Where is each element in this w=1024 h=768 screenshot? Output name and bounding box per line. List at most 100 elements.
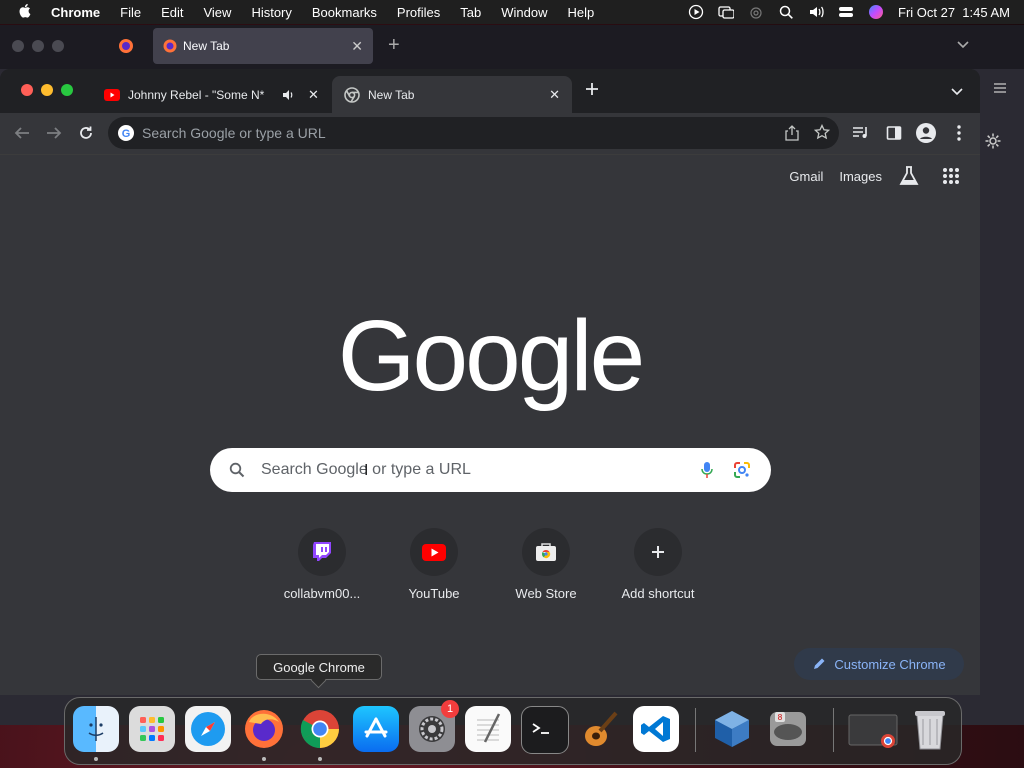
chevron-down-icon[interactable]: [956, 37, 970, 56]
webstore-icon: [535, 542, 557, 562]
star-icon[interactable]: [813, 123, 831, 143]
tab-youtube[interactable]: Johnny Rebel - "Some N* ✕: [92, 76, 328, 113]
chrome-toolbar: G Search Google or type a URL: [0, 113, 980, 155]
tooltip-text: Google Chrome: [273, 659, 365, 675]
customize-chrome-button[interactable]: Customize Chrome: [794, 648, 964, 680]
plus-icon: [651, 545, 665, 559]
google-lens-icon[interactable]: [733, 461, 751, 479]
dock: 1 8: [64, 697, 962, 765]
shortcut-web-store[interactable]: Web Store: [490, 528, 602, 601]
firefox-tabbar: New Tab ✕ +: [0, 25, 1024, 69]
pencil-icon: [812, 657, 826, 671]
menu-file[interactable]: File: [110, 5, 151, 20]
notification-badge: 1: [441, 700, 459, 718]
images-link[interactable]: Images: [839, 169, 882, 184]
shortcut-label: collabvm00...: [283, 586, 361, 601]
siri-icon[interactable]: [868, 4, 884, 20]
back-icon[interactable]: [12, 123, 32, 143]
firefox-view-icon[interactable]: [118, 38, 134, 59]
control-center-icon[interactable]: [838, 4, 854, 20]
shortcut-youtube[interactable]: YouTube: [378, 528, 490, 601]
firefox-minimize-button[interactable]: [32, 40, 44, 52]
minimize-window-button[interactable]: [41, 84, 53, 96]
text-cursor-icon: I: [364, 462, 369, 479]
menu-app-name[interactable]: Chrome: [41, 5, 110, 20]
shortcut-collabvm[interactable]: collabvm00...: [266, 528, 378, 601]
close-icon[interactable]: ✕: [549, 87, 560, 103]
labs-flask-icon[interactable]: [898, 165, 920, 187]
volume-icon[interactable]: [808, 4, 824, 20]
shortcut-icon-circle: [522, 528, 570, 576]
virtualbox-icon[interactable]: [709, 706, 755, 752]
kebab-menu-icon[interactable]: [949, 123, 969, 143]
tab-title: New Tab: [368, 87, 415, 102]
clock[interactable]: Fri Oct 27 1:45 AM: [898, 5, 1010, 20]
gmail-link[interactable]: Gmail: [789, 169, 823, 184]
firefox-sidebar-edge: [980, 69, 1024, 719]
dock-separator: [833, 708, 834, 752]
launchpad-icon[interactable]: [129, 706, 175, 752]
airdrop-icon[interactable]: [748, 4, 764, 20]
chrome-icon[interactable]: [297, 706, 343, 752]
app-store-icon[interactable]: [353, 706, 399, 752]
window-switch-icon[interactable]: [718, 4, 734, 20]
vm-app-icon[interactable]: 8: [765, 706, 811, 752]
minimized-chrome-window[interactable]: [847, 706, 899, 752]
firefox-new-tab-button[interactable]: +: [388, 34, 400, 57]
side-panel-icon[interactable]: [884, 123, 904, 143]
address-bar[interactable]: G Search Google or type a URL: [108, 117, 839, 149]
tab-search-icon[interactable]: [950, 85, 964, 104]
apple-menu-icon[interactable]: [0, 3, 41, 22]
media-control-icon[interactable]: [851, 123, 871, 143]
menu-tab[interactable]: Tab: [450, 5, 491, 20]
terminal-icon[interactable]: [521, 706, 569, 754]
firefox-close-button[interactable]: [12, 40, 24, 52]
chrome-window: Johnny Rebel - "Some N* ✕ New Tab ✕ G Se…: [0, 69, 980, 695]
menu-help[interactable]: Help: [558, 5, 605, 20]
close-icon[interactable]: ✕: [308, 87, 319, 103]
menu-edit[interactable]: Edit: [151, 5, 193, 20]
shortcut-icon-circle: [410, 528, 458, 576]
menu-history[interactable]: History: [241, 5, 301, 20]
share-icon[interactable]: [785, 125, 799, 144]
forward-icon[interactable]: [44, 123, 64, 143]
ntp-search-box[interactable]: Search Google or type a URL I: [210, 448, 771, 492]
svg-text:G: G: [122, 128, 131, 140]
firefox-icon[interactable]: [241, 706, 287, 752]
menu-bar: Chrome File Edit View History Bookmarks …: [0, 0, 1024, 24]
trash-icon[interactable]: [907, 706, 953, 752]
reload-icon[interactable]: [76, 123, 96, 143]
shortcut-add[interactable]: Add shortcut: [602, 528, 714, 601]
zoom-window-button[interactable]: [61, 84, 73, 96]
shortcut-label: Web Store: [515, 586, 577, 601]
garageband-icon[interactable]: [577, 706, 623, 752]
menu-bookmarks[interactable]: Bookmarks: [302, 5, 387, 20]
firefox-tab-new-tab[interactable]: New Tab ✕: [153, 28, 373, 64]
menu-icon[interactable]: [992, 81, 1008, 100]
finder-icon[interactable]: [73, 706, 119, 752]
microphone-icon[interactable]: [701, 461, 713, 479]
menu-view[interactable]: View: [193, 5, 241, 20]
youtube-icon: [422, 543, 446, 561]
play-icon[interactable]: [688, 4, 704, 20]
textedit-icon[interactable]: [465, 706, 511, 752]
profile-icon[interactable]: [916, 123, 936, 143]
apps-grid-icon[interactable]: [942, 167, 960, 185]
safari-icon[interactable]: [185, 706, 231, 752]
search-icon: [229, 462, 245, 478]
audio-playing-icon[interactable]: [282, 89, 296, 101]
system-settings-icon[interactable]: 1: [409, 700, 459, 752]
gear-icon[interactable]: [984, 132, 1002, 155]
menu-profiles[interactable]: Profiles: [387, 5, 450, 20]
google-logo: Google: [337, 300, 645, 412]
vscode-icon[interactable]: [633, 706, 679, 752]
close-icon[interactable]: ✕: [351, 38, 363, 55]
firefox-zoom-button[interactable]: [52, 40, 64, 52]
firefox-tab-icon: [163, 39, 177, 53]
new-tab-button[interactable]: [584, 81, 600, 102]
close-window-button[interactable]: [21, 84, 33, 96]
menu-window[interactable]: Window: [491, 5, 557, 20]
tab-new-tab[interactable]: New Tab ✕: [332, 76, 572, 113]
spotlight-icon[interactable]: [778, 4, 794, 20]
running-indicator: [94, 757, 98, 761]
